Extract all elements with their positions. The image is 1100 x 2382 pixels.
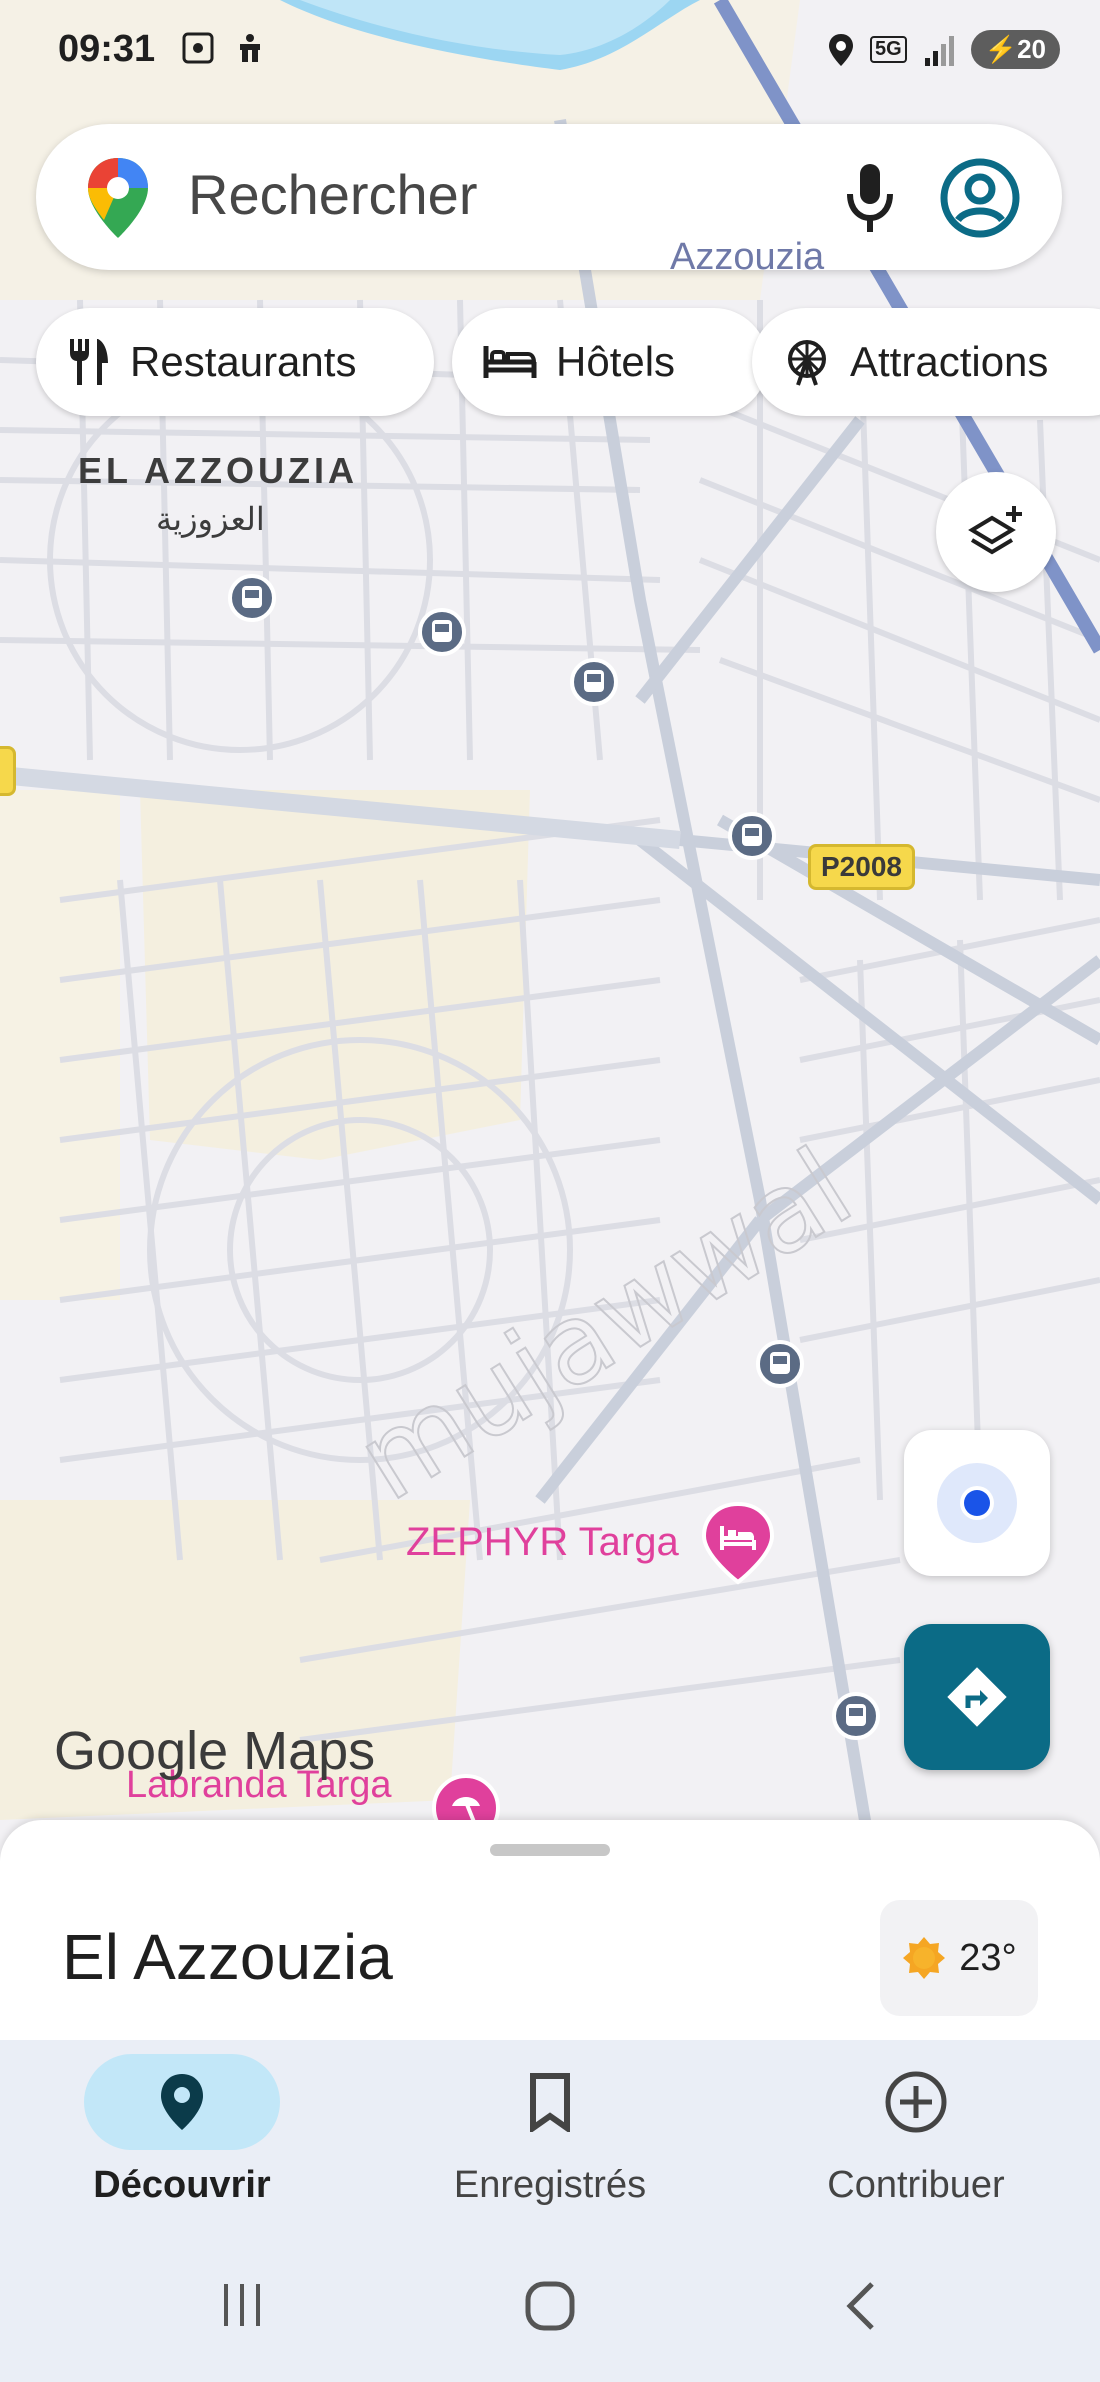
poi-label-zephyr[interactable]: ZEPHYR Targa — [406, 1520, 679, 1565]
network-type: 5G — [870, 36, 907, 63]
my-location-button[interactable] — [904, 1430, 1050, 1576]
signal-icon — [924, 35, 954, 66]
back-icon — [846, 2282, 874, 2330]
nav-decouvrir[interactable]: Découvrir — [32, 2054, 332, 2207]
bus-stop-icon[interactable] — [832, 1692, 880, 1740]
chip-label: Restaurants — [130, 338, 357, 385]
back-button[interactable] — [836, 2280, 886, 2337]
directions-icon — [947, 1667, 1007, 1727]
location-status-icon — [829, 33, 854, 66]
recent-apps-button[interactable] — [218, 2280, 268, 2335]
nav-label: Enregistrés — [453, 2164, 647, 2206]
road-badge: P2008 — [808, 844, 915, 890]
temperature: 23° — [959, 1936, 1017, 1979]
map-label-area: EL AZZOUZIA — [78, 450, 358, 491]
search-input[interactable]: Rechercher — [188, 162, 477, 227]
battery-level: 20 — [1017, 34, 1046, 64]
bus-stop-icon[interactable] — [228, 574, 276, 622]
home-button[interactable] — [524, 2280, 576, 2337]
microphone-icon[interactable] — [836, 160, 904, 236]
google-maps-logo: Google Maps — [54, 1721, 376, 1781]
ferris-wheel-icon — [788, 340, 826, 386]
system-navigation-bar — [0, 2230, 1100, 2382]
place-sheet[interactable]: El Azzouzia 23° — [0, 1820, 1100, 2040]
map-canvas[interactable]: mujawwal 09:31 5G ⚡20 Rechercher Restaur… — [0, 0, 1100, 1850]
battery-indicator: ⚡20 — [970, 30, 1060, 69]
nav-enregistres[interactable]: Enregistrés — [400, 2054, 700, 2207]
accessibility-icon — [240, 34, 260, 62]
chip-hotels[interactable]: Hôtels — [452, 308, 768, 416]
layers-add-icon — [968, 506, 1022, 555]
recent-apps-icon — [224, 2284, 260, 2326]
bus-stop-icon[interactable] — [418, 608, 466, 656]
my-location-icon — [937, 1463, 1017, 1543]
add-circle-icon — [885, 2071, 947, 2133]
place-title: El Azzouzia — [62, 1921, 393, 1993]
bus-stop-icon[interactable] — [756, 1340, 804, 1388]
chip-label: Hôtels — [556, 338, 676, 385]
weather-badge[interactable]: 23° — [880, 1900, 1038, 2016]
chip-label: Attractions — [850, 338, 1049, 385]
category-chips: Restaurants Hôtels Attractions — [36, 308, 1100, 418]
chip-restaurants[interactable]: Restaurants — [36, 308, 434, 416]
hotel-poi-icon[interactable] — [700, 1500, 776, 1586]
status-time: 09:31 — [58, 28, 156, 70]
bus-stop-icon[interactable] — [570, 658, 618, 706]
nav-contribuer[interactable]: Contribuer — [766, 2054, 1066, 2207]
bed-icon — [483, 346, 537, 378]
search-bar[interactable]: Rechercher — [36, 124, 1062, 270]
layers-button[interactable] — [936, 472, 1056, 592]
bus-stop-icon[interactable] — [728, 812, 776, 860]
bookmark-icon — [530, 2073, 570, 2132]
home-icon — [525, 2281, 575, 2331]
account-icon[interactable] — [938, 156, 1022, 240]
bottom-navigation: Découvrir Enregistrés Contribuer — [0, 2040, 1100, 2230]
google-maps-pin-icon — [88, 158, 148, 238]
status-bar: 09:31 5G ⚡20 — [0, 0, 1100, 100]
fork-knife-icon — [70, 339, 108, 385]
location-pin-icon — [161, 2074, 203, 2130]
road-badge-edge — [0, 746, 16, 796]
sheet-drag-handle[interactable] — [490, 1844, 610, 1856]
chip-attractions[interactable]: Attractions — [752, 308, 1100, 416]
map-label-area-arabic: العزوزية — [156, 501, 265, 537]
nav-label: Découvrir — [93, 2164, 271, 2206]
nav-label: Contribuer — [827, 2164, 1005, 2206]
sun-icon — [903, 1937, 946, 1979]
screenshot-icon — [182, 32, 214, 64]
directions-button[interactable] — [904, 1624, 1050, 1770]
map-label-partial: Azzouzia — [670, 236, 825, 278]
